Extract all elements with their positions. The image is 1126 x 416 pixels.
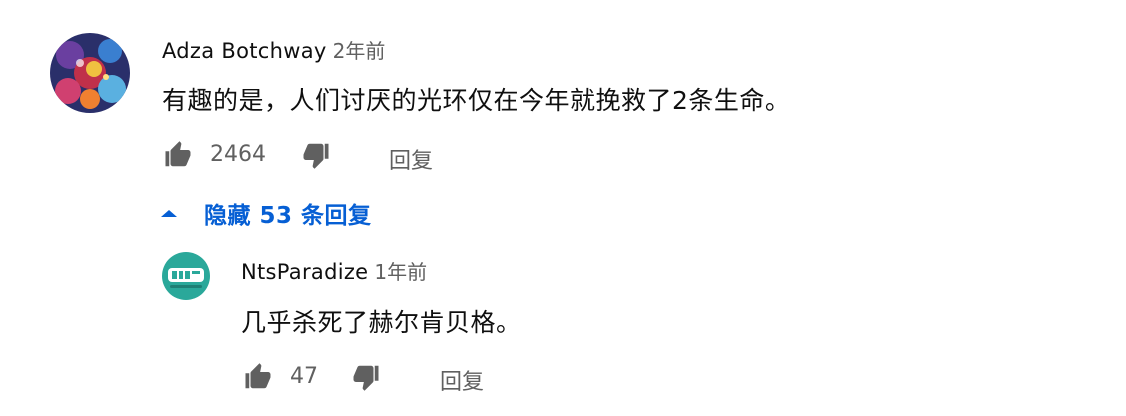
like-button[interactable]: [162, 140, 194, 174]
comment-time[interactable]: 2年前: [333, 39, 386, 63]
avatar-image: [162, 252, 210, 300]
like-count: 2464: [210, 142, 266, 167]
reply-button[interactable]: 回复: [440, 364, 484, 396]
thumbs-up-icon: [245, 363, 271, 389]
comment-time[interactable]: 1年前: [374, 260, 427, 284]
like-count: 47: [290, 364, 318, 389]
comment-text: 有趣的是，人们讨厌的光环仅在今年就挽救了2条生命。: [162, 86, 791, 115]
reply-button[interactable]: 回复: [389, 143, 433, 175]
comment-author[interactable]: Adza Botchway: [162, 39, 327, 63]
chevron-up-icon: [161, 210, 177, 217]
hide-replies-label: 隐藏 53 条回复: [204, 203, 372, 229]
hide-replies-button[interactable]: 隐藏 53 条回复: [160, 195, 372, 231]
comment-header: NtsParadize 1年前: [241, 256, 427, 285]
comments-section: Adza Botchway 2年前 有趣的是，人们讨厌的光环仅在今年就挽救了2条生…: [0, 0, 1126, 416]
avatar[interactable]: [50, 33, 130, 113]
comment-text: 几乎杀死了赫尔肯贝格。: [241, 308, 522, 337]
avatar[interactable]: [162, 252, 210, 300]
dislike-button[interactable]: [350, 362, 382, 396]
dislike-button[interactable]: [300, 140, 332, 174]
thumbs-up-icon: [165, 141, 191, 167]
thumbs-down-icon: [353, 365, 379, 391]
avatar-image: [50, 33, 130, 113]
thumbs-down-icon: [303, 143, 329, 169]
like-button[interactable]: [242, 362, 274, 396]
comment-author[interactable]: NtsParadize: [241, 260, 368, 284]
comment-header: Adza Botchway 2年前: [162, 35, 385, 64]
